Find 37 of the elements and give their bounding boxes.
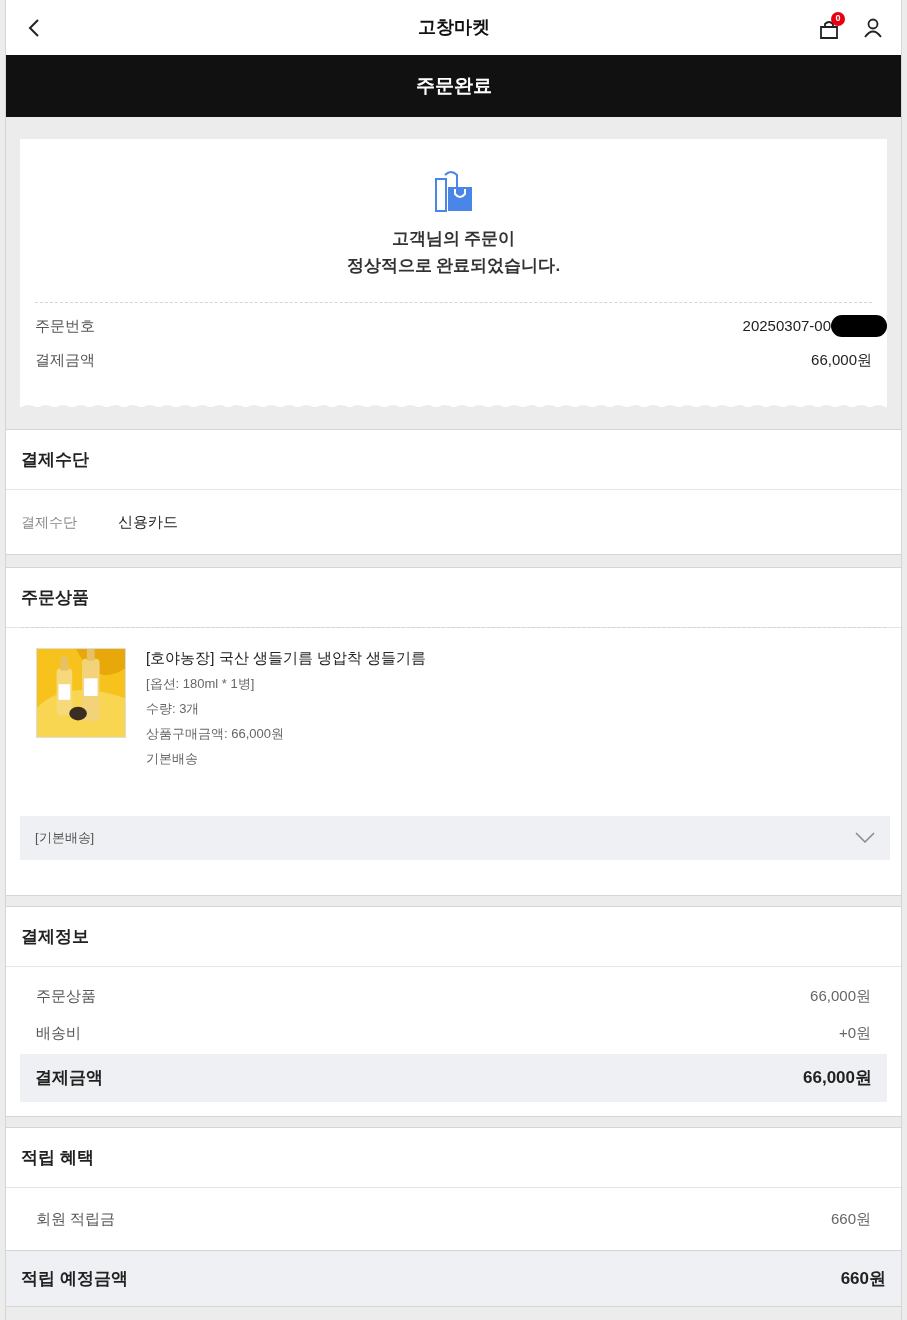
field-label: 결제수단 [21, 512, 77, 532]
product-name: [호야농장] 국산 생들기름 냉압착 생들기름 [146, 648, 426, 668]
cart-button[interactable]: 0 [813, 11, 845, 44]
total-value: 66,000원 [803, 1067, 872, 1090]
page-title: 주문완료 [415, 73, 492, 98]
store-title: 고창마켓 [417, 16, 490, 39]
cart-count-badge: 0 [831, 11, 845, 26]
shopping-bag-icon [433, 171, 474, 213]
summary-value: +0원 [838, 1022, 871, 1043]
section-title: 결제정보 [21, 925, 89, 948]
info-value: 20250307-00 [742, 315, 831, 336]
total-label: 결제금액 [35, 1067, 103, 1090]
section-title: 주문상품 [21, 586, 89, 609]
info-label: 주문번호 [35, 315, 95, 336]
summary-label: 배송비 [36, 1022, 81, 1043]
section-title: 결제수단 [21, 448, 89, 471]
reward-total-label: 적립 예정금액 [21, 1267, 128, 1290]
cart-icon [819, 19, 839, 40]
field-value: 신용카드 [118, 511, 178, 532]
completion-message: 정상적으로 완료되었습니다. [346, 255, 561, 277]
reward-value: 660원 [830, 1208, 871, 1229]
info-label: 결제금액 [35, 349, 95, 370]
product-detail: 수량: 3개 [146, 700, 201, 718]
shipping-group-toggle[interactable]: [기본배송] [20, 816, 890, 860]
product-detail: [옵션: 180ml * 1병] [146, 675, 256, 693]
reward-total-value: 660원 [840, 1267, 886, 1290]
section-title: 적립 혜택 [21, 1146, 94, 1169]
summary-value: 66,000원 [810, 986, 871, 1006]
product-detail: 기본배송 [146, 750, 199, 768]
back-icon [27, 17, 41, 38]
summary-label: 주문상품 [36, 986, 96, 1006]
product-detail: 상품구매금액: 66,000원 [146, 725, 285, 743]
reward-label: 회원 적립금 [36, 1208, 116, 1229]
info-value: 66,000원 [811, 349, 872, 370]
user-icon [863, 17, 883, 38]
chevron-icon [855, 832, 875, 844]
completion-message: 고객님의 주문이 [391, 228, 516, 250]
